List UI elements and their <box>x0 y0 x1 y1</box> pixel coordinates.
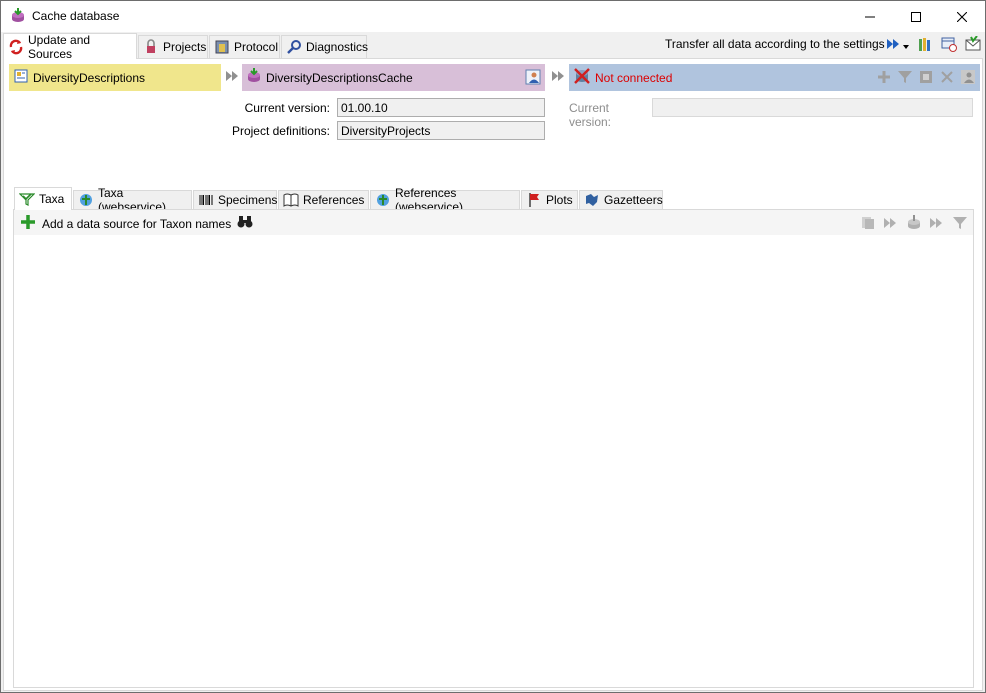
mail-button[interactable] <box>964 34 982 55</box>
postgres-current-version-label: Current version: <box>569 101 612 129</box>
project-definitions-label: Project definitions: <box>231 124 330 138</box>
postgres-database-bar: Not connected <box>569 64 980 91</box>
minimize-button[interactable] <box>847 1 893 32</box>
lock-icon <box>143 39 159 55</box>
tab-references[interactable]: References <box>278 190 369 209</box>
diagnostics-icon <box>286 39 302 55</box>
books-button[interactable] <box>916 36 934 54</box>
add-data-source-button[interactable]: Add a data source for Taxon names <box>20 214 253 233</box>
add-data-source-label: Add a data source for Taxon names <box>42 216 232 231</box>
database-transfer-icon[interactable] <box>905 214 923 232</box>
window-title: Cache database <box>32 9 120 23</box>
tab-protocol[interactable]: Protocol <box>209 35 280 58</box>
database-settings-icon[interactable] <box>918 69 934 88</box>
taxa-panel: Add a data source for Taxon names <box>13 209 974 688</box>
tab-label: References <box>303 193 365 207</box>
tab-label: Diagnostics <box>306 40 369 54</box>
transfer-all-label: Transfer all data according to the setti… <box>665 37 885 51</box>
project-definitions-field[interactable]: DiversityProjects <box>337 121 545 140</box>
postgres-current-version-field <box>652 98 973 117</box>
disconnected-icon <box>573 67 591 88</box>
tab-label: Protocol <box>234 40 279 54</box>
books-icon <box>917 36 933 55</box>
tab-projects[interactable]: Projects <box>138 35 208 58</box>
cache-database-window: Cache database Update and Sources Projec… <box>0 0 986 693</box>
mail-icon <box>965 34 981 55</box>
connection-status: Not connected <box>595 70 673 85</box>
main-tabs: Update and Sources Projects Protocol Dia… <box>1 32 985 61</box>
filter-icon[interactable] <box>951 214 969 232</box>
cache-database-bar: DiversityDescriptionsCache <box>242 64 545 91</box>
chevron-down-icon <box>903 38 909 52</box>
book-icon <box>283 192 299 208</box>
taxa-toolbar: Add a data source for Taxon names <box>14 210 973 235</box>
protocol-icon <box>214 39 230 55</box>
tab-label: Projects <box>163 40 207 54</box>
cache-database-name: DiversityDescriptionsCache <box>266 70 413 85</box>
fast-forward-icon <box>226 70 242 84</box>
plot-icon <box>526 192 542 208</box>
tab-gazetteers[interactable]: Gazetteers <box>579 190 663 209</box>
fast-forward-icon <box>887 38 901 52</box>
current-version-field[interactable]: 01.00.10 <box>337 98 545 117</box>
tab-taxa-webservice[interactable]: Taxa (webservice) <box>73 186 192 214</box>
filter-icon[interactable] <box>897 69 913 88</box>
tab-label: Specimens <box>218 193 278 207</box>
taxa-icon <box>18 191 36 207</box>
user-login-icon[interactable] <box>960 69 976 88</box>
fast-forward-icon[interactable] <box>882 214 900 232</box>
refresh-icon <box>8 39 24 55</box>
postgres-toolbar <box>876 69 976 88</box>
database-source-icon <box>13 68 29 87</box>
tab-label: Gazetteers <box>604 193 663 207</box>
source-database-name: DiversityDescriptions <box>33 70 146 85</box>
add-icon <box>20 214 36 233</box>
source-database-bar: DiversityDescriptions <box>9 64 221 91</box>
tab-diagnostics[interactable]: Diagnostics <box>281 35 369 58</box>
webservice-icon <box>78 192 94 208</box>
close-icon[interactable] <box>939 69 955 88</box>
barcode-icon <box>198 192 214 208</box>
taxa-action-tools <box>859 214 969 232</box>
tab-references-webservice[interactable]: References (webservice) <box>370 186 520 214</box>
webservice-icon <box>375 192 391 208</box>
tab-label: Update and Sources <box>28 32 91 61</box>
title-bar: Cache database <box>1 1 985 32</box>
transfer-all-button[interactable] <box>885 36 911 54</box>
close-button[interactable] <box>939 1 985 32</box>
add-icon[interactable] <box>876 69 892 88</box>
user-login-button[interactable] <box>525 69 541 88</box>
tab-taxa[interactable]: Taxa <box>14 187 72 210</box>
tab-label: Plots <box>546 193 573 207</box>
tab-plots[interactable]: Plots <box>521 190 578 209</box>
tab-update-and-sources[interactable]: Update and Sources <box>3 32 137 61</box>
tab-label: Taxa <box>39 192 65 206</box>
tab-specimens[interactable]: Specimens <box>193 190 277 209</box>
schedule-icon <box>941 36 957 55</box>
database-icon <box>10 8 26 24</box>
maximize-button[interactable] <box>893 1 939 32</box>
update-and-sources-panel: DiversityDescriptions DiversityDescripti… <box>3 58 983 691</box>
schedule-button[interactable] <box>940 36 958 54</box>
binoculars-icon[interactable] <box>237 215 253 232</box>
database-icon <box>246 68 262 87</box>
gazetteer-icon <box>584 192 600 208</box>
fast-forward-icon <box>552 70 568 84</box>
fast-forward-icon[interactable] <box>928 214 946 232</box>
current-version-label: Current version: <box>244 101 330 115</box>
copy-icon[interactable] <box>859 214 877 232</box>
